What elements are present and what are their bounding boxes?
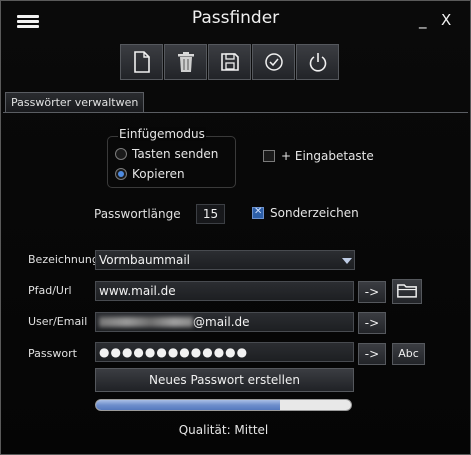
password-length-label: Passwortlänge <box>94 207 181 221</box>
tab-divider <box>3 112 468 113</box>
radio-indicator <box>115 148 127 160</box>
quality-progress-fill <box>96 400 280 410</box>
password-length-input[interactable]: 15 <box>196 204 225 224</box>
tab-passwords[interactable]: Passwörter verwaltwen <box>5 92 145 113</box>
radio-copy-label: Kopieren <box>132 167 185 181</box>
radio-send-keys[interactable]: Tasten senden <box>115 147 218 161</box>
passfinder-window: Passfinder _ X Passwörter verwaltwen Ein… <box>0 0 471 455</box>
new-document-button[interactable] <box>120 44 163 80</box>
delete-button[interactable] <box>164 44 207 80</box>
special-chars-checkbox[interactable]: Sonderzeichen <box>252 206 359 220</box>
chevron-down-icon[interactable] <box>342 258 352 264</box>
url-input[interactable]: www.mail.de <box>95 281 354 301</box>
password-label: Passwort <box>28 347 77 360</box>
check-circle-icon <box>264 53 283 71</box>
window-title: Passfinder <box>191 8 280 28</box>
radio-indicator-selected <box>115 168 127 180</box>
special-chars-label: Sonderzeichen <box>270 206 359 220</box>
name-label: Bezeichnung <box>28 253 99 266</box>
trash-icon <box>177 52 194 72</box>
toolbar <box>120 44 339 80</box>
abc-button[interactable]: Abc <box>392 343 425 365</box>
user-domain: @mail.de <box>193 315 250 329</box>
quality-progress-bar <box>95 399 352 411</box>
minimize-button[interactable]: _ <box>419 11 427 29</box>
url-label: Pfad/Url <box>28 284 72 297</box>
enter-key-checkbox[interactable]: + Eingabetaste <box>263 149 374 163</box>
redacted-username <box>99 317 193 327</box>
confirm-button[interactable] <box>252 44 295 80</box>
close-button[interactable]: X <box>441 11 451 29</box>
folder-icon <box>397 284 417 298</box>
radio-send-keys-label: Tasten senden <box>132 147 219 161</box>
generate-password-button[interactable]: Neues Passwort erstellen <box>95 368 354 392</box>
user-arrow-button[interactable]: -> <box>358 312 386 334</box>
radio-copy[interactable]: Kopieren <box>115 167 185 181</box>
power-button[interactable] <box>296 44 339 80</box>
open-folder-button[interactable] <box>392 279 422 304</box>
name-combobox[interactable]: Vormbaummail <box>95 250 355 270</box>
checkbox-indicator-checked <box>252 206 264 219</box>
insert-mode-label: Einfügemodus <box>118 127 206 141</box>
new-document-icon <box>133 51 150 73</box>
password-arrow-button[interactable]: -> <box>358 343 386 365</box>
name-value: Vormbaummail <box>99 253 191 267</box>
password-input[interactable]: ●●●●●●●●●●●●● <box>95 342 354 362</box>
user-input[interactable]: @mail.de <box>95 312 354 332</box>
user-label: User/Email <box>28 315 88 328</box>
url-arrow-button[interactable]: -> <box>358 281 386 303</box>
enter-key-label: + Eingabetaste <box>281 149 374 163</box>
save-icon <box>220 53 239 71</box>
checkbox-indicator <box>263 150 275 162</box>
save-button[interactable] <box>208 44 251 80</box>
quality-label: Qualität: Mittel <box>178 423 269 437</box>
power-icon <box>309 53 326 72</box>
